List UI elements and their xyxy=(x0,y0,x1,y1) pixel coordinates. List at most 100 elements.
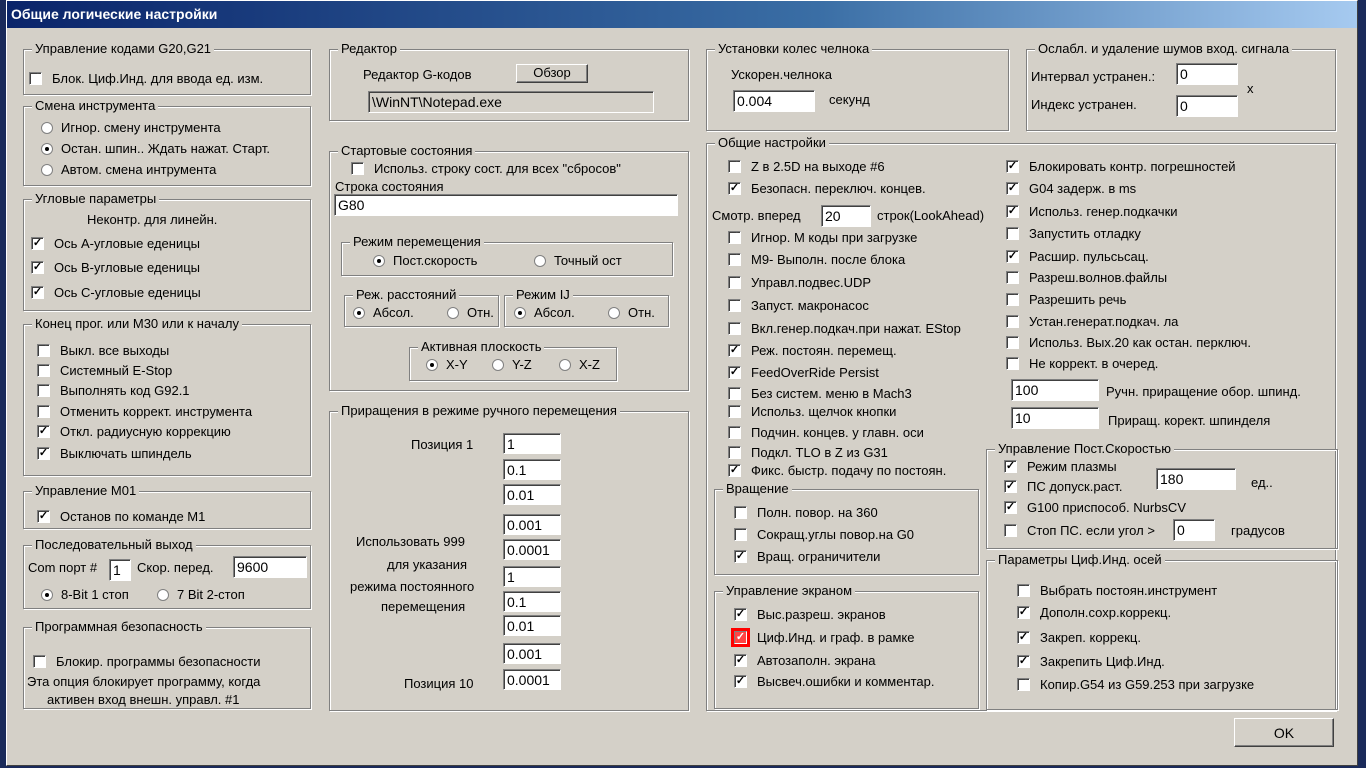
radio-tool-stop-spindle[interactable]: Остан. шпин.. Ждать нажат. Старт. xyxy=(41,141,270,156)
checkbox-screen-0[interactable]: ✓ Выс.разреш. экранов xyxy=(734,607,886,622)
checkbox-general-left-0[interactable]: ✓ Z в 2.5D на выходе #6 xyxy=(728,159,885,174)
checkbox-general-left-10[interactable]: ✓ Использ. щелчок кнопки xyxy=(728,404,896,419)
checkbox-dro-2[interactable]: ✓ Закреп. коррекц. xyxy=(1017,630,1141,645)
radio-icon xyxy=(373,254,385,267)
radio-tool-auto[interactable]: Автом. смена интрумента xyxy=(41,162,216,177)
checkbox-rotation-2[interactable]: ✓ Вращ. ограничители xyxy=(734,549,880,564)
checkbox-general-right-6[interactable]: ✓ Разрешить речь xyxy=(1006,292,1126,307)
jog-increment-input[interactable]: 1 xyxy=(503,566,561,587)
checkbox-cv-3[interactable]: ✓ Стоп ПС. если угол > xyxy=(1004,523,1155,538)
com-port-input[interactable]: 1 xyxy=(109,559,131,581)
checkbox-icon: ✓ xyxy=(728,405,741,418)
checkbox-label: Циф.Инд. и граф. в рамке xyxy=(757,630,915,645)
checkbox-angular-0[interactable]: ✓ Ось А-угловые еденицы xyxy=(31,236,200,251)
radio-icon xyxy=(41,588,53,601)
spindle-increment-input[interactable]: 100 xyxy=(1011,379,1099,401)
radio-exact-stop[interactable]: Точный ост xyxy=(534,253,622,268)
checkbox-general-left-1[interactable]: ✓ Безопасн. переключ. концев. xyxy=(728,181,926,196)
baud-input[interactable]: 9600 xyxy=(233,556,307,578)
radio-distance-inc[interactable]: Отн. xyxy=(447,305,494,320)
debounce-index-input[interactable]: 0 xyxy=(1176,95,1238,117)
checkbox-general-right-7[interactable]: ✓ Устан.генерат.подкач. ла xyxy=(1006,314,1178,329)
checkbox-rotation-0[interactable]: ✓ Полн. повор. на 360 xyxy=(734,505,878,520)
browse-button[interactable]: Обзор xyxy=(516,64,588,83)
jog-increment-input[interactable]: 0.0001 xyxy=(503,539,561,560)
checkbox-cv-2[interactable]: ✓ G100 приспособ. NurbsCV xyxy=(1004,500,1186,515)
checkbox-general-right-3[interactable]: ✓ Запустить отладку xyxy=(1006,226,1141,241)
radio-tool-ignore[interactable]: Игнор. смену инструмента xyxy=(41,120,221,135)
checkbox-angular-2[interactable]: ✓ Ось С-угловые еденицы xyxy=(31,285,201,300)
checkbox-general-left-11[interactable]: ✓ Подчин. концев. у главн. оси xyxy=(728,425,924,440)
radio-label: Остан. шпин.. Ждать нажат. Старт. xyxy=(61,141,270,156)
checkbox-general-left-7[interactable]: ✓ Реж. постоян. перемещ. xyxy=(728,343,897,358)
checkbox-cv-1[interactable]: ✓ ПС допуск.раст. xyxy=(1004,479,1122,494)
checkbox-label: Подчин. концев. у главн. оси xyxy=(751,425,924,440)
checkbox-general-left-12[interactable]: ✓ Подкл. TLO в Z из G31 xyxy=(728,445,888,460)
radio-plane-xy[interactable]: X-Y xyxy=(426,357,468,372)
radio-plane-xz[interactable]: X-Z xyxy=(559,357,600,372)
jog-increment-input[interactable]: 0.001 xyxy=(503,643,561,664)
checkbox-label: Использ. щелчок кнопки xyxy=(751,404,897,419)
lookahead-input[interactable]: 20 xyxy=(821,205,871,227)
checkbox-icon: ✓ xyxy=(1006,293,1019,306)
checkbox-general-right-1[interactable]: ✓ G04 задерж. в ms xyxy=(1006,181,1136,196)
x-label: x xyxy=(1247,81,1254,96)
jog-increment-input[interactable]: 1 xyxy=(503,433,561,454)
checkbox-label: Безопасн. переключ. концев. xyxy=(751,181,926,196)
checkbox-angular-1[interactable]: ✓ Ось В-угловые еденицы xyxy=(31,260,200,275)
checkbox-icon: ✓ xyxy=(1017,584,1030,597)
checkbox-dro-1[interactable]: ✓ Дополн.сохр.коррекц. xyxy=(1017,605,1171,620)
checkbox-general-left-13[interactable]: ✓ Фикс. быстр. подачу по постоян. xyxy=(728,463,946,478)
radio-label: 8-Bit 1 стоп xyxy=(61,587,129,602)
radio-7bit[interactable]: 7 Bit 2-стоп xyxy=(157,587,245,602)
checkbox-dro-0[interactable]: ✓ Выбрать постоян.инструмент xyxy=(1017,583,1217,598)
checkbox-screen-1[interactable]: ✓ Циф.Инд. и граф. в рамке xyxy=(734,630,915,645)
editor-path-input[interactable]: \WinNT\Notepad.exe xyxy=(368,91,654,113)
radio-plane-yz[interactable]: Y-Z xyxy=(492,357,532,372)
checkbox-status-line-resets[interactable]: ✓ Использ. строку сост. для всех "сбросов… xyxy=(351,161,621,176)
checkbox-screen-3[interactable]: ✓ Высвеч.ошибки и комментар. xyxy=(734,674,935,689)
jog-increment-input[interactable]: 0.1 xyxy=(503,459,561,480)
checkbox-stop-m1[interactable]: ✓ Останов по команде М1 xyxy=(37,509,205,524)
checkbox-general-left-5[interactable]: ✓ Запуст. макронасос xyxy=(728,298,869,313)
checkbox-rotation-1[interactable]: ✓ Сокращ.углы повор.на G0 xyxy=(734,527,914,542)
checkbox-general-right-8[interactable]: ✓ Использ. Вых.20 как остан. перключ. xyxy=(1006,335,1251,350)
radio-8bit[interactable]: 8-Bit 1 стоп xyxy=(41,587,129,602)
checkbox-screen-2[interactable]: ✓ Автозаполн. экрана xyxy=(734,653,876,668)
shuttle-accel-input[interactable]: 0.004 xyxy=(733,90,815,112)
jog-increment-input[interactable]: 0.1 xyxy=(503,591,561,612)
group-label: Общие настройки xyxy=(715,135,829,150)
jog-increment-input[interactable]: 0.0001 xyxy=(503,669,561,690)
checkbox-cv-0[interactable]: ✓ Режим плазмы xyxy=(1004,459,1117,474)
cv-angle-input[interactable]: 0 xyxy=(1173,519,1215,541)
seconds-label: секунд xyxy=(829,92,870,107)
checkbox-general-left-4[interactable]: ✓ Управл.подвес.UDP xyxy=(728,275,871,290)
checkbox-general-left-8[interactable]: ✓ FeedOverRide Persist xyxy=(728,365,879,380)
radio-ij-abs[interactable]: Абсол. xyxy=(514,305,575,320)
radio-ij-inc[interactable]: Отн. xyxy=(608,305,655,320)
jog-increment-input[interactable]: 0.01 xyxy=(503,484,561,505)
radio-distance-abs[interactable]: Абсол. xyxy=(353,305,414,320)
checkbox-general-right-2[interactable]: ✓ Использ. генер.подкачки xyxy=(1006,204,1178,219)
checkbox-dro-3[interactable]: ✓ Закрепить Циф.Инд. xyxy=(1017,654,1165,669)
ok-button[interactable]: OK xyxy=(1234,718,1334,747)
jog-increment-input[interactable]: 0.01 xyxy=(503,615,561,636)
checkbox-general-right-4[interactable]: ✓ Расшир. пульсьсац. xyxy=(1006,249,1149,264)
checkbox-security-lock[interactable]: ✓ Блокир. программы безопасности xyxy=(33,654,260,669)
checkbox-general-right-9[interactable]: ✓ Не коррект. в очеред. xyxy=(1006,356,1158,371)
checkbox-general-left-3[interactable]: ✓ М9- Выполн. после блока xyxy=(728,252,905,267)
checkbox-general-right-5[interactable]: ✓ Разреш.волнов.файлы xyxy=(1006,270,1167,285)
group-label: Вращение xyxy=(723,481,792,496)
checkbox-block-dro-units[interactable]: ✓ Блок. Циф.Инд. для ввода ед. изм. xyxy=(29,71,263,86)
spindle-override-input[interactable]: 10 xyxy=(1011,407,1099,429)
checkbox-general-left-2[interactable]: ✓ Игнор. М коды при загрузке xyxy=(728,230,917,245)
jog-increment-input[interactable]: 0.001 xyxy=(503,514,561,535)
status-line-input[interactable]: G80 xyxy=(334,194,678,216)
checkbox-general-right-0[interactable]: ✓ Блокировать контр. погрешностей xyxy=(1006,159,1236,174)
checkbox-dro-4[interactable]: ✓ Копир.G54 из G59.253 при загрузке xyxy=(1017,677,1254,692)
debounce-interval-input[interactable]: 0 xyxy=(1176,63,1238,85)
radio-constant-velocity[interactable]: Пост.скорость xyxy=(373,253,477,268)
cv-tolerance-input[interactable]: 180 xyxy=(1156,468,1236,490)
checkbox-general-left-6[interactable]: ✓ Вкл.генер.подкач.при нажат. EStop xyxy=(728,321,961,336)
checkbox-general-left-9[interactable]: ✓ Без систем. меню в Mach3 xyxy=(728,386,912,401)
